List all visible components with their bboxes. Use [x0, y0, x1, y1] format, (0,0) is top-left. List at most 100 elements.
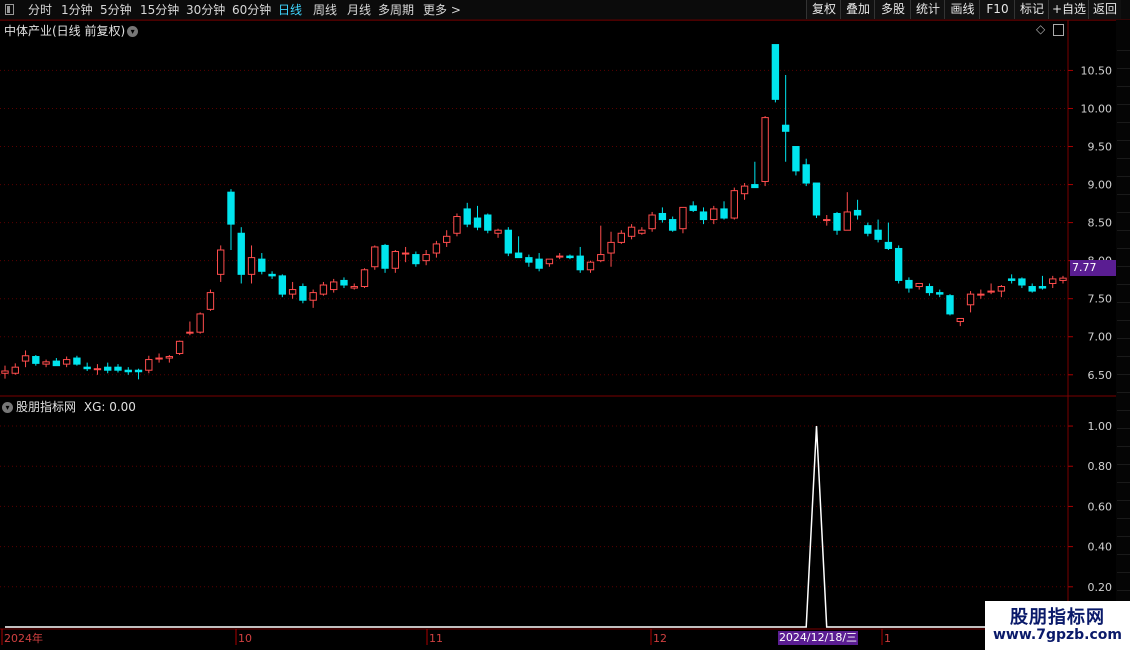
chevron-down-icon[interactable]: ▾ — [2, 402, 13, 413]
candle-body — [186, 331, 194, 334]
candle-body — [823, 219, 831, 222]
candle-body — [761, 117, 769, 183]
side-panel-row — [1117, 86, 1130, 105]
candle-body — [62, 359, 71, 365]
candle-body — [32, 356, 40, 364]
candle-body — [966, 293, 975, 306]
candle-body — [443, 235, 451, 243]
candle-body — [21, 355, 30, 362]
window-icon[interactable] — [1053, 23, 1065, 36]
candle-body — [781, 124, 790, 132]
side-panel-row — [1117, 104, 1130, 123]
candle-body — [83, 366, 91, 370]
candle-body — [93, 368, 102, 371]
candle-body — [278, 275, 287, 295]
candle-body — [42, 361, 50, 365]
watermark-url: www.7gpzb.com — [992, 627, 1122, 643]
candle-body — [1, 370, 9, 374]
side-panel-row — [1117, 410, 1130, 429]
candle-body — [514, 252, 523, 259]
side-panel-row — [1117, 194, 1130, 213]
side-panel-row — [1117, 554, 1130, 573]
indicator-tick-label: 1.00 — [1088, 420, 1113, 433]
side-panel-row — [1117, 338, 1130, 357]
candle-body — [463, 208, 471, 225]
candle-body — [617, 232, 625, 243]
candle-body — [555, 255, 564, 258]
candle-body — [884, 241, 893, 249]
candle-body — [535, 258, 543, 269]
candle-body — [710, 208, 718, 221]
candle-body — [792, 146, 800, 172]
candle-body — [319, 284, 328, 295]
candle-body — [504, 229, 513, 254]
candle-body — [936, 292, 944, 295]
candle-body — [1059, 277, 1067, 281]
side-panel-row — [1117, 284, 1130, 303]
side-panel-row — [1117, 230, 1130, 249]
candle-body — [833, 212, 841, 231]
side-panel-row — [1117, 572, 1130, 591]
candle-body — [401, 252, 410, 255]
candle-body — [11, 366, 19, 374]
candle-body — [607, 241, 615, 254]
price-tick-label: 9.50 — [1088, 141, 1113, 154]
candle-body — [699, 211, 708, 221]
watermark-title: 股朋指标网 — [1010, 607, 1105, 628]
candle-body — [668, 219, 677, 231]
candle-body — [597, 254, 605, 262]
price-tick-label: 10.00 — [1081, 102, 1113, 115]
current-price-tag: 7.77 — [1070, 260, 1116, 276]
candle-body — [104, 366, 112, 371]
x-axis-label: 10 — [238, 632, 252, 645]
side-panel-row — [1117, 302, 1130, 321]
candle-body — [473, 217, 482, 228]
candle-body — [237, 232, 245, 275]
candle-body — [987, 290, 995, 293]
candle-body — [740, 185, 749, 195]
candle-body — [802, 164, 810, 184]
candle-body — [155, 357, 163, 360]
side-panel-row — [1117, 500, 1130, 519]
candle-body — [997, 286, 1006, 292]
candle-body — [771, 44, 780, 100]
candle-body — [946, 295, 954, 315]
chevron-down-icon[interactable]: ▾ — [127, 26, 139, 37]
candle-body — [227, 191, 235, 225]
side-panel-row — [1117, 482, 1130, 501]
candle-body — [977, 293, 985, 296]
candle-body — [679, 206, 687, 230]
indicator-name: 股朋指标网 — [16, 400, 77, 414]
candle-body — [391, 251, 400, 269]
candle-body — [217, 249, 225, 275]
candle-body — [52, 360, 61, 367]
candle-body — [905, 279, 913, 289]
candle-body — [648, 214, 656, 230]
candle-body — [484, 214, 492, 231]
panel-controls: ◇ — [1036, 22, 1065, 36]
main-panel-title: 中体产业(日线 前复权) ▾ — [4, 22, 139, 39]
candle-body — [114, 366, 122, 371]
candle-body — [915, 282, 923, 288]
candle-body — [175, 340, 184, 354]
side-panel-row — [1117, 140, 1130, 159]
candle-body — [566, 255, 574, 259]
candle-body — [812, 182, 821, 216]
candle-body — [453, 216, 461, 234]
price-tick-label: 10.50 — [1081, 64, 1113, 77]
price-tick-label: 8.50 — [1088, 217, 1113, 230]
candle-body — [1007, 278, 1016, 281]
diamond-icon[interactable]: ◇ — [1036, 22, 1045, 36]
candle-body — [371, 246, 379, 268]
stock-chart[interactable]: 10.5010.009.509.008.508.007.507.006.501.… — [0, 0, 1130, 650]
side-panel-row — [1117, 356, 1130, 375]
price-tick-label: 7.50 — [1088, 293, 1113, 306]
side-panel-row — [1117, 248, 1130, 267]
candle-body — [751, 184, 759, 189]
candle-body — [874, 229, 882, 240]
candle-body — [299, 286, 307, 301]
candle-body — [73, 357, 81, 365]
indicator-value: XG: 0.00 — [83, 400, 136, 414]
candle-body — [720, 208, 728, 219]
candle-body — [1028, 286, 1036, 292]
